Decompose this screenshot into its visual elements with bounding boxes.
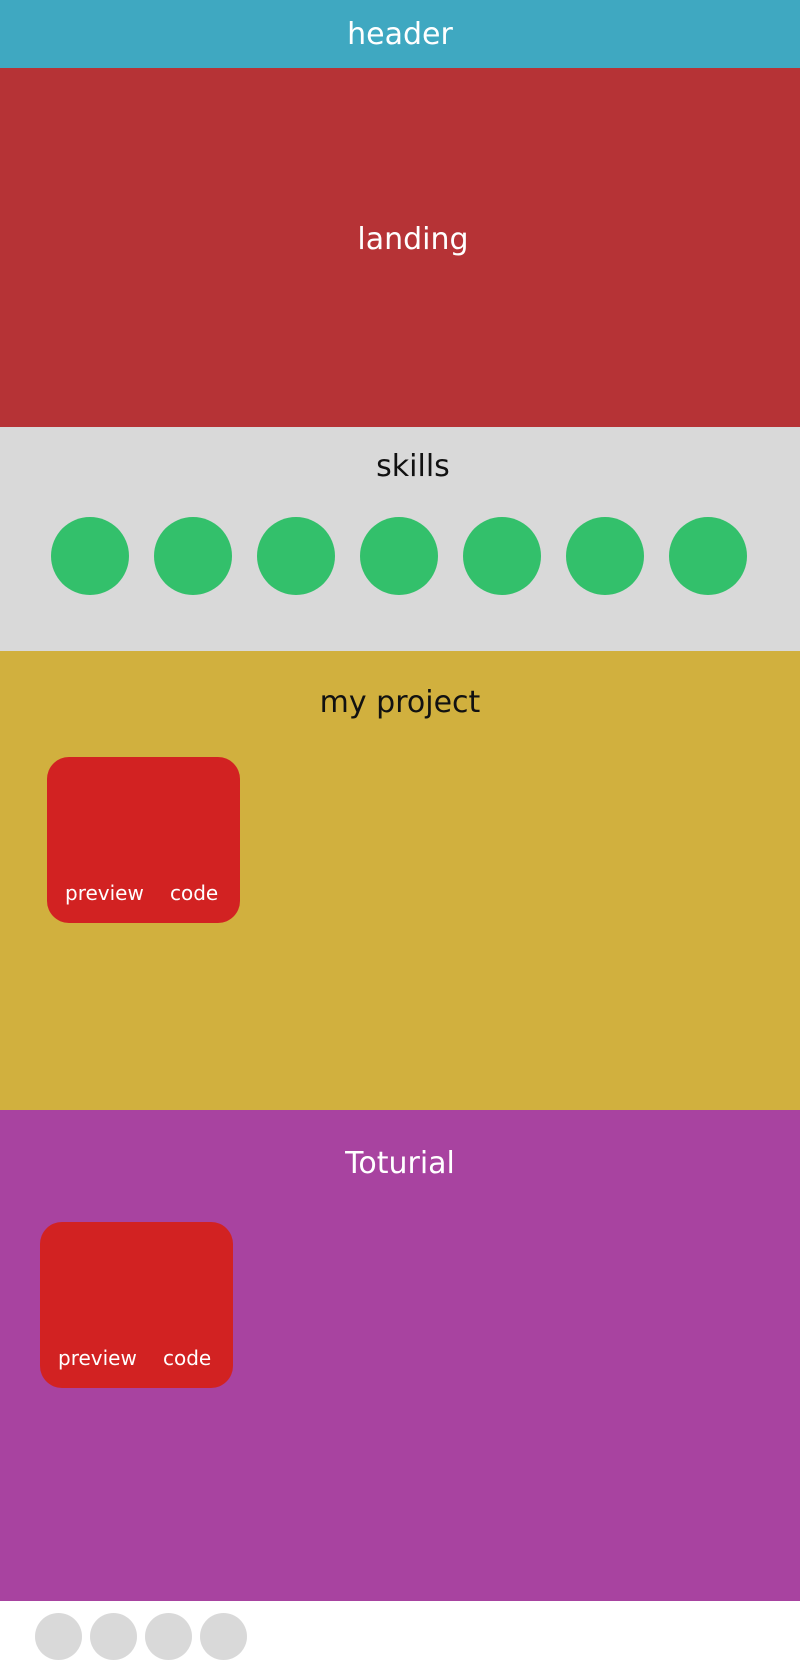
skill-icon bbox=[360, 517, 438, 595]
skill-icon bbox=[257, 517, 335, 595]
page: header landing skills my project preview… bbox=[0, 0, 800, 1672]
tutorial-card: preview code bbox=[40, 1222, 233, 1388]
projects-section: my project preview code bbox=[0, 651, 800, 1110]
skill-icon bbox=[463, 517, 541, 595]
social-icon[interactable] bbox=[35, 1613, 82, 1660]
header-title: header bbox=[347, 16, 453, 52]
skills-title: skills bbox=[376, 449, 450, 484]
skill-icon bbox=[669, 517, 747, 595]
skill-icon bbox=[154, 517, 232, 595]
header-bar: header bbox=[0, 0, 800, 68]
project-preview-link[interactable]: preview bbox=[65, 881, 144, 905]
footer bbox=[0, 1601, 800, 1672]
tutorial-preview-link[interactable]: preview bbox=[58, 1346, 137, 1370]
social-icon[interactable] bbox=[200, 1613, 247, 1660]
skill-icon bbox=[566, 517, 644, 595]
landing-section: landing bbox=[0, 68, 800, 427]
project-card: preview code bbox=[47, 757, 240, 923]
social-icon[interactable] bbox=[90, 1613, 137, 1660]
tutorials-title: Toturial bbox=[345, 1146, 455, 1181]
projects-title: my project bbox=[319, 685, 481, 720]
tutorials-section: Toturial preview code bbox=[0, 1110, 800, 1601]
skill-icon bbox=[51, 517, 129, 595]
project-code-link[interactable]: code bbox=[170, 881, 218, 905]
landing-title: landing bbox=[357, 222, 469, 257]
tutorial-code-link[interactable]: code bbox=[163, 1346, 211, 1370]
skills-section: skills bbox=[0, 427, 800, 651]
social-icon[interactable] bbox=[145, 1613, 192, 1660]
